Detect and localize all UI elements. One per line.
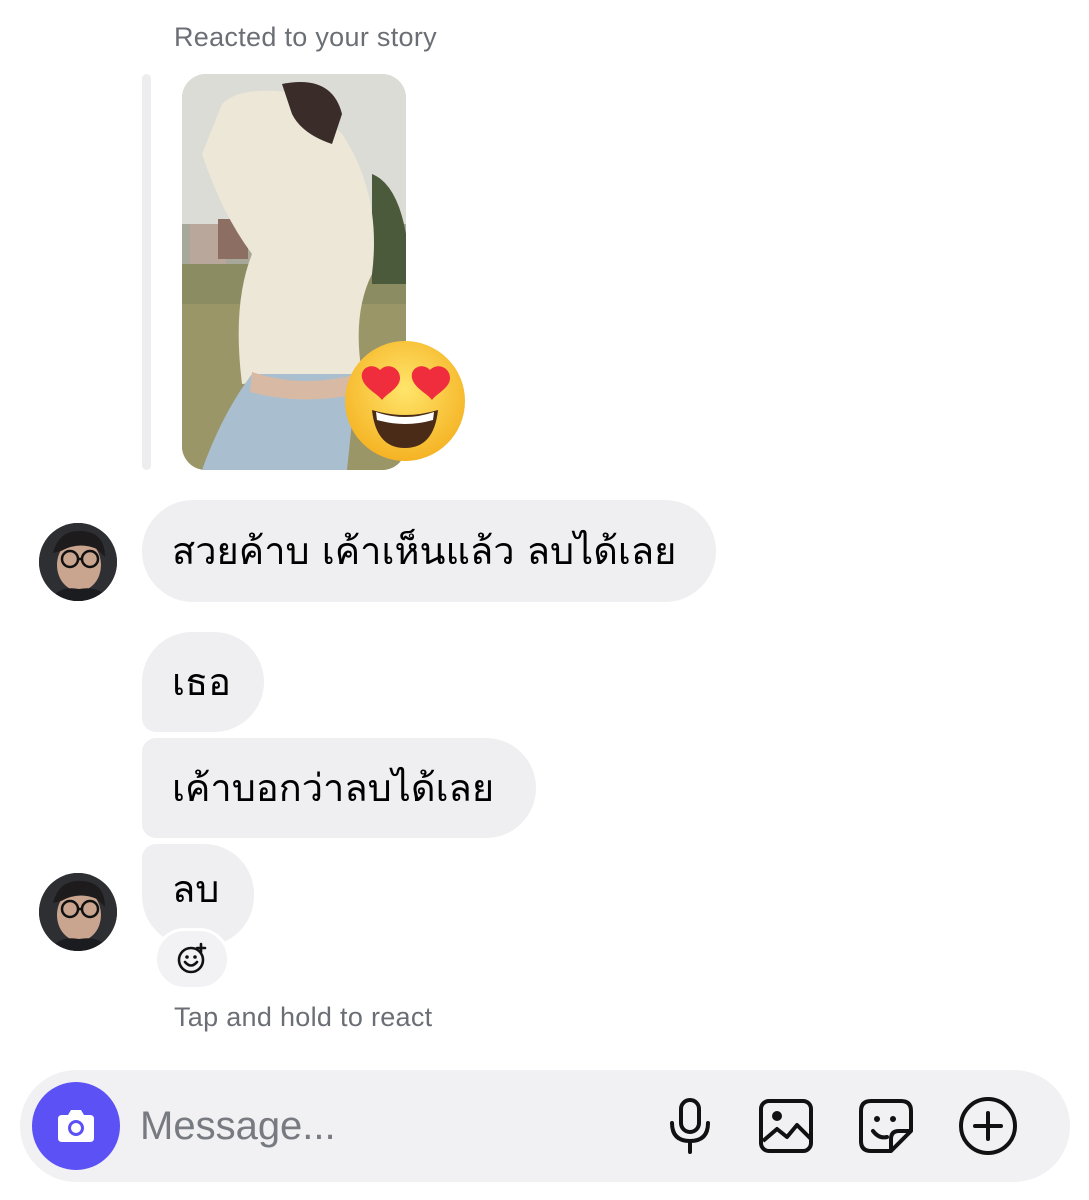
message-text: เธอ [172,660,232,704]
sender-avatar[interactable] [39,873,117,951]
plus-circle-icon [959,1097,1017,1155]
message-bubble[interactable]: เธอ [142,632,264,732]
message-text: เค้าบอกว่าลบได้เลย [172,766,495,810]
message-text: สวยค้าบ เค้าเห็นแล้ว ลบได้เลย [172,529,677,573]
more-options-button[interactable] [956,1094,1020,1158]
microphone-icon [670,1098,710,1154]
message-bubble[interactable]: สวยค้าบ เค้าเห็นแล้ว ลบได้เลย [142,500,716,602]
sender-avatar[interactable] [39,523,117,601]
message-text: ลบ [172,867,220,911]
react-hint-text: Tap and hold to react [174,1002,433,1032]
avatar-photo [39,873,117,951]
camera-icon [58,1110,94,1142]
sticker-icon [859,1099,913,1153]
avatar-photo [39,523,117,601]
sticker-button[interactable] [854,1094,918,1158]
message-input[interactable] [140,1092,640,1160]
heart-eyes-reaction-icon[interactable] [342,338,468,464]
story-reply-indicator-line [142,74,151,470]
camera-button[interactable] [32,1082,120,1170]
gallery-icon [759,1099,813,1153]
message-bubble[interactable]: เค้าบอกว่าลบได้เลย [142,738,536,838]
chat-screen: Reacted to your story สวยค้าบ เค้าเห็นแล… [0,0,1089,1200]
add-reaction-icon [177,942,207,974]
gallery-button[interactable] [754,1094,818,1158]
add-reaction-button[interactable] [154,928,230,990]
story-reply-caption: Reacted to your story [174,22,437,52]
voice-message-button[interactable] [658,1094,722,1158]
